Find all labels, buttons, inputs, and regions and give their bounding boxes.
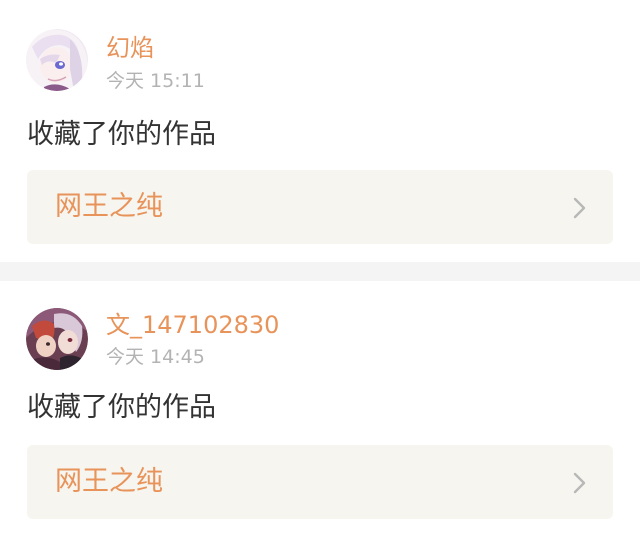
timestamp: 今天 14:45	[106, 346, 205, 368]
work-title: 网王之纯	[55, 466, 163, 497]
anime-couple-avatar-icon	[26, 308, 88, 370]
notification-card: 幻焰 今天 15:11 收藏了你的作品 网王之纯	[0, 0, 640, 262]
action-text: 收藏了你的作品	[27, 392, 216, 423]
work-link[interactable]: 网王之纯	[27, 445, 613, 519]
notification-feed: 幻焰 今天 15:11 收藏了你的作品 网王之纯 文_147102830 今天 …	[0, 0, 640, 540]
work-link[interactable]: 网王之纯	[27, 170, 613, 244]
username[interactable]: 幻焰	[106, 34, 154, 62]
action-text: 收藏了你的作品	[27, 119, 216, 150]
work-title: 网王之纯	[55, 191, 163, 222]
username[interactable]: 文_147102830	[106, 311, 279, 339]
anime-girl-avatar-icon	[26, 29, 88, 91]
chevron-right-icon	[573, 197, 587, 219]
avatar[interactable]	[26, 308, 88, 370]
notification-card: 文_147102830 今天 14:45 收藏了你的作品 网王之纯	[0, 281, 640, 540]
timestamp: 今天 15:11	[106, 70, 205, 92]
avatar[interactable]	[26, 29, 88, 91]
chevron-right-icon	[573, 472, 587, 494]
